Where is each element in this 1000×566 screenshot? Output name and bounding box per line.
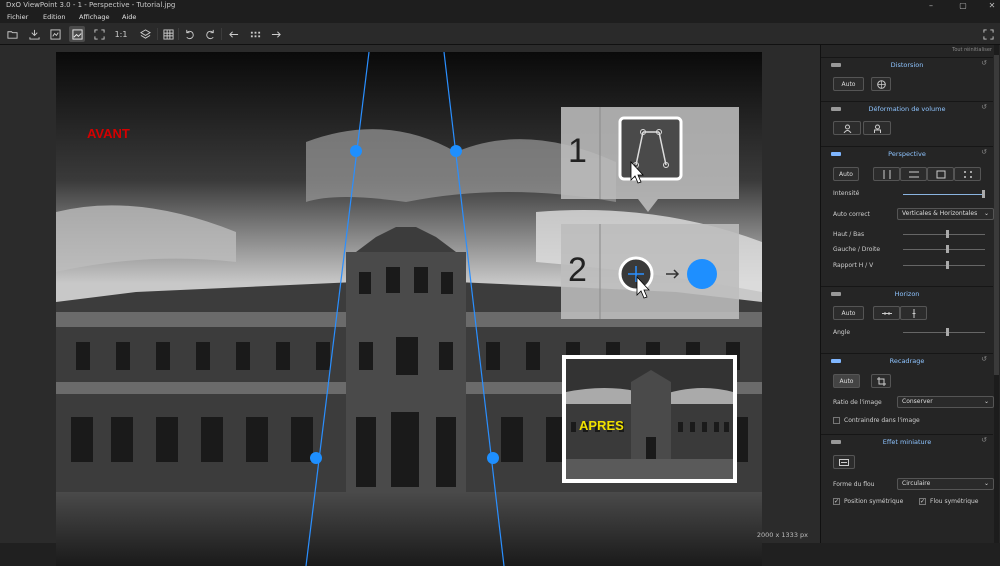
menu-fichier[interactable]: Fichier xyxy=(7,11,28,23)
step-1-number: 1 xyxy=(568,132,587,170)
rotate-left-icon[interactable] xyxy=(181,26,197,42)
undo-icon[interactable]: ↺ xyxy=(981,355,987,363)
minimize-button[interactable]: – xyxy=(924,0,938,11)
rapport-label: Rapport H / V xyxy=(833,262,874,269)
forme-label: Forme du flou xyxy=(833,481,875,488)
section-recadrage[interactable]: Recadrage ↺ xyxy=(821,353,993,367)
position-sym-checkbox[interactable]: ✓ xyxy=(833,498,840,505)
gauche-droite-slider[interactable] xyxy=(903,245,985,253)
crop-icon[interactable] xyxy=(871,374,891,388)
section-deformation[interactable]: Déformation de volume ↺ xyxy=(821,101,993,115)
undo-icon[interactable]: ↺ xyxy=(981,59,987,67)
export-icon[interactable] xyxy=(26,26,42,42)
flou-sym-checkbox[interactable]: ✓ xyxy=(919,498,926,505)
horizon-auto-button[interactable]: Auto xyxy=(833,306,864,320)
auto-correct-label: Auto correct xyxy=(833,211,870,218)
vertical-lines-icon[interactable] xyxy=(873,167,900,181)
title-bar: DxO ViewPoint 3.0 - 1 - Perspective - Tu… xyxy=(0,0,1000,11)
eight-points-icon[interactable] xyxy=(954,167,981,181)
image-view-icon[interactable] xyxy=(69,26,85,42)
maximize-button[interactable]: ▢ xyxy=(956,0,970,11)
auto-correct-select[interactable]: Verticales & Horizontales ⌄ xyxy=(897,208,994,220)
avant-label: AVANT xyxy=(87,126,130,141)
perspective-auto-button[interactable]: Auto xyxy=(833,167,859,181)
horizon-title: Horizon xyxy=(894,290,920,298)
step-2-number: 2 xyxy=(568,251,587,289)
intensite-slider[interactable] xyxy=(903,190,985,198)
flou-sym-label: Flou symétrique xyxy=(930,498,979,505)
contraindre-label: Contraindre dans l'image xyxy=(844,417,920,424)
ratio-label: Ratio de l'image xyxy=(833,399,882,406)
horizontal-lines-icon[interactable] xyxy=(900,167,927,181)
horizon-line-icon[interactable] xyxy=(873,306,900,320)
rapport-slider[interactable] xyxy=(903,261,985,269)
menu-bar: Fichier Edition Affichage Aide xyxy=(0,11,1000,23)
spherical-icon[interactable] xyxy=(863,121,891,135)
distorsion-type-icon[interactable] xyxy=(871,77,891,91)
section-miniature[interactable]: Effet miniature ↺ xyxy=(821,434,993,448)
undo-icon[interactable]: ↺ xyxy=(981,148,987,156)
angle-slider[interactable] xyxy=(903,328,985,336)
next-image-icon[interactable] xyxy=(268,26,284,42)
rectangle-icon[interactable] xyxy=(927,167,954,181)
reset-all-button[interactable]: Tout réinitialiser xyxy=(952,47,992,53)
corrections-panel: Tout réinitialiser Distorsion ↺ Auto Déf… xyxy=(820,45,1000,543)
window-title: DxO ViewPoint 3.0 - 1 - Perspective - Tu… xyxy=(6,1,176,9)
filmstrip-icon[interactable] xyxy=(247,26,263,42)
grid-icon[interactable] xyxy=(160,26,176,42)
position-sym-label: Position symétrique xyxy=(844,498,904,505)
layers-icon[interactable] xyxy=(137,26,153,42)
menu-affichage[interactable]: Affichage xyxy=(79,11,110,23)
gauche-droite-label: Gauche / Droite xyxy=(833,246,881,253)
haut-bas-label: Haut / Bas xyxy=(833,231,865,238)
vertical-line-icon[interactable] xyxy=(900,306,927,320)
toolbar: 1:1 xyxy=(0,23,1000,45)
open-folder-icon[interactable] xyxy=(4,26,20,42)
undo-icon[interactable]: ↺ xyxy=(981,103,987,111)
close-button[interactable]: ✕ xyxy=(985,0,999,11)
image-dimensions: 2000 x 1333 px xyxy=(756,531,808,539)
distorsion-auto-button[interactable]: Auto xyxy=(833,77,864,91)
menu-edition[interactable]: Edition xyxy=(43,11,66,23)
cylindrical-icon[interactable] xyxy=(833,121,861,135)
previous-image-icon[interactable] xyxy=(225,26,241,42)
section-distorsion[interactable]: Distorsion ↺ xyxy=(821,57,993,71)
miniature-title: Effet miniature xyxy=(882,438,932,446)
image-viewer[interactable]: AVANT APRES 1 2 2000 x 1333 px xyxy=(0,45,820,566)
fit-screen-icon[interactable] xyxy=(91,26,107,42)
deformation-title: Déformation de volume xyxy=(868,105,946,113)
apres-label: APRES xyxy=(579,418,624,433)
rotate-right-icon[interactable] xyxy=(202,26,218,42)
haut-bas-slider[interactable] xyxy=(903,230,985,238)
section-horizon[interactable]: Horizon xyxy=(821,286,993,300)
compare-before-icon[interactable] xyxy=(47,26,63,42)
fullscreen-icon[interactable] xyxy=(980,26,996,42)
photo-louvre: AVANT APRES 1 2 xyxy=(56,52,762,566)
recadrage-auto-button[interactable]: Auto xyxy=(833,374,860,388)
undo-icon[interactable]: ↺ xyxy=(981,436,987,444)
menu-aide[interactable]: Aide xyxy=(122,11,136,23)
ratio-select[interactable]: Conserver ⌄ xyxy=(897,396,994,408)
panel-scrollbar[interactable] xyxy=(994,45,999,543)
recadrage-title: Recadrage xyxy=(889,357,925,365)
perspective-title: Perspective xyxy=(888,150,926,158)
distorsion-title: Distorsion xyxy=(890,61,924,69)
forme-select[interactable]: Circulaire ⌄ xyxy=(897,478,994,490)
angle-label: Angle xyxy=(833,329,851,336)
section-perspective[interactable]: Perspective ↺ xyxy=(821,146,993,160)
miniature-band-icon[interactable] xyxy=(833,455,855,469)
zoom-one-to-one-button[interactable]: 1:1 xyxy=(113,26,129,42)
contraindre-checkbox[interactable] xyxy=(833,417,840,424)
intensite-label: Intensité xyxy=(833,190,860,197)
